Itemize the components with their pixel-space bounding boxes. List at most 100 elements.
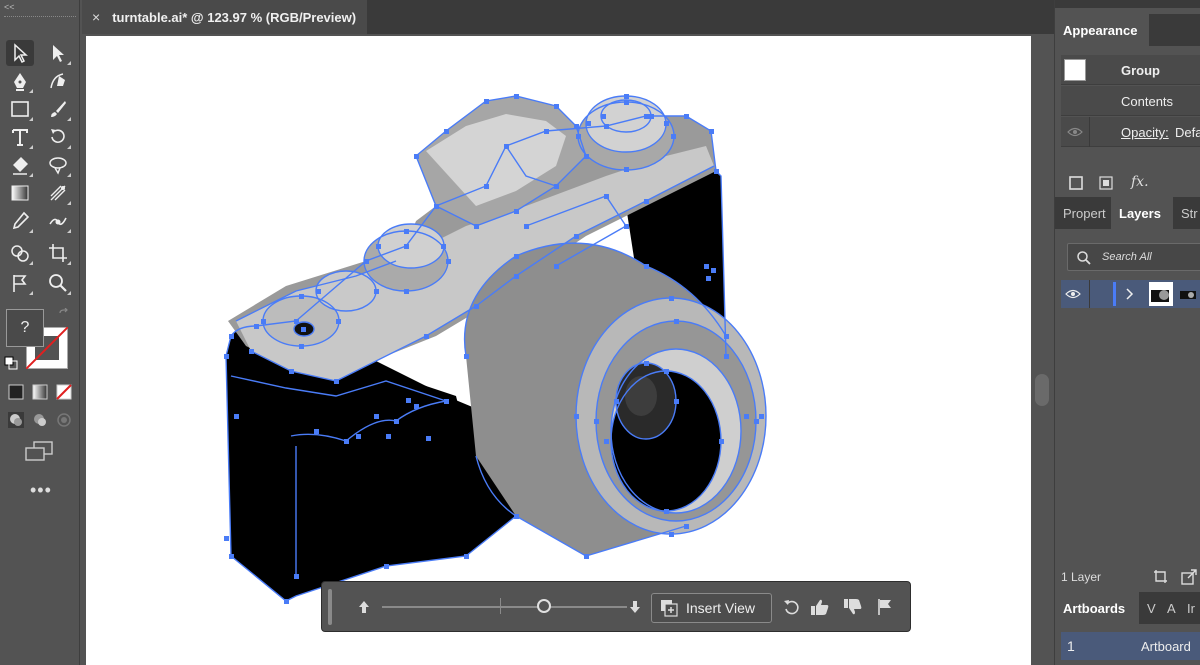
collect-for-export-icon[interactable] — [1153, 569, 1169, 585]
zoom-tool-button[interactable] — [44, 270, 72, 296]
opacity-value: Defa — [1175, 125, 1200, 140]
report-flag-button[interactable] — [874, 596, 896, 618]
artboards-tab-row: Artboards V A Ir — [1055, 592, 1200, 624]
eraser-tool-button[interactable] — [6, 152, 34, 178]
direct-selection-tool-button[interactable] — [44, 40, 72, 66]
toolbar-drag-handle[interactable] — [4, 16, 76, 18]
appearance-group-row[interactable]: Group — [1061, 55, 1200, 85]
width-icon — [49, 157, 67, 175]
tilt-up-button[interactable] — [353, 596, 375, 618]
thumbs-up-icon — [811, 599, 829, 615]
insert-view-button[interactable]: Insert View — [651, 593, 772, 623]
rotate-icon — [51, 129, 65, 144]
layers-search-input[interactable]: Search All — [1067, 243, 1200, 271]
tab-v[interactable]: V — [1139, 592, 1159, 624]
gradient-tool-button[interactable] — [6, 180, 34, 206]
draw-normal-icon[interactable] — [8, 412, 24, 428]
tab-stroke[interactable]: Str — [1173, 197, 1200, 229]
layer-thumbnail — [1149, 282, 1173, 306]
selection-arrow-icon — [14, 43, 28, 64]
canvas-area[interactable] — [82, 34, 1032, 665]
illustrator-window: << ? ••• × turntable.ai* @ 123.97 % (RGB… — [0, 0, 1200, 665]
visibility-eye-icon[interactable] — [1067, 126, 1083, 138]
document-tab[interactable]: × turntable.ai* @ 123.97 % (RGB/Preview) — [82, 0, 367, 34]
rotate-tool-button[interactable] — [44, 124, 72, 150]
thumbs-down-button[interactable] — [842, 596, 864, 618]
pen-icon — [14, 73, 26, 91]
none-mode-icon[interactable] — [56, 384, 72, 400]
type-tool-button[interactable] — [6, 124, 34, 150]
draw-behind-icon[interactable] — [32, 412, 48, 428]
tab-appearance[interactable]: Appearance — [1055, 14, 1149, 46]
paintbrush-tool-button[interactable] — [44, 96, 72, 122]
appearance-opacity-row[interactable]: Opacity: Defa — [1061, 117, 1200, 147]
artboard-row[interactable]: 1 Artboard — [1061, 632, 1200, 660]
layer-visibility-eye-icon[interactable] — [1065, 288, 1081, 300]
curvature-tool-button[interactable] — [44, 68, 72, 94]
appearance-tab-row: Appearance — [1055, 14, 1200, 46]
shape-builder-tool-button[interactable] — [6, 240, 34, 266]
camera-thumbnail-icon — [1151, 290, 1169, 302]
scroll-thumb[interactable] — [1035, 374, 1049, 406]
rectangle-tool-button[interactable] — [6, 96, 34, 122]
collapse-toolbar-button[interactable]: << — [4, 2, 15, 12]
width-tool-button[interactable] — [44, 152, 72, 178]
panel-top-strip — [1055, 0, 1200, 8]
eraser-icon — [13, 157, 28, 175]
eyedropper-icon — [12, 211, 30, 230]
layer-row[interactable] — [1061, 280, 1200, 308]
direct-selection-arrow-icon — [53, 45, 64, 62]
camera-artwork[interactable] — [86, 36, 1031, 665]
rotation-slider-handle[interactable] — [536, 599, 551, 613]
mesh-icon — [50, 185, 66, 201]
puppet-warp-tool-button[interactable] — [44, 208, 72, 234]
expand-chevron-icon[interactable] — [1125, 288, 1135, 300]
add-stroke-icon[interactable] — [1069, 176, 1083, 190]
export-icon[interactable] — [1181, 569, 1197, 585]
appearance-contents-row[interactable]: Contents — [1061, 86, 1200, 116]
flag-icon — [13, 275, 27, 292]
arrow-up-icon — [359, 601, 369, 613]
eyedropper-tool-button[interactable] — [6, 208, 34, 234]
tab-ir[interactable]: Ir — [1179, 592, 1200, 624]
tab-a[interactable]: A — [1159, 592, 1179, 624]
default-fill-stroke-icon[interactable] — [4, 356, 18, 370]
artboard[interactable] — [86, 36, 1031, 665]
layers-tab-row: Propert Layers Str — [1055, 197, 1200, 229]
thumbs-up-button[interactable] — [809, 596, 831, 618]
opacity-label[interactable]: Opacity: — [1121, 125, 1169, 140]
contents-label: Contents — [1121, 94, 1174, 109]
gradient-mode-icon[interactable] — [32, 384, 48, 400]
pen-tool-button[interactable] — [6, 68, 34, 94]
rectangle-icon — [11, 101, 29, 117]
tab-layers[interactable]: Layers — [1111, 197, 1173, 229]
insert-view-icon — [661, 600, 678, 617]
turntable-view-bar: Insert View — [321, 581, 911, 632]
reset-view-button[interactable] — [780, 596, 802, 618]
search-icon — [1077, 251, 1091, 265]
draw-inside-icon[interactable] — [56, 412, 72, 428]
document-title: turntable.ai* @ 123.97 % (RGB/Preview) — [112, 9, 357, 25]
shape-builder-icon — [11, 245, 29, 262]
screen-mode-icon[interactable] — [24, 440, 54, 462]
fill-swatch-unknown[interactable]: ? — [6, 309, 44, 347]
tab-artboards[interactable]: Artboards — [1055, 592, 1139, 624]
rotation-slider-track[interactable] — [382, 606, 627, 608]
color-mode-icon[interactable] — [8, 384, 24, 400]
tools-panel: << ? ••• — [0, 0, 80, 665]
reset-arrow-icon — [784, 600, 799, 615]
artboard-tool-button[interactable] — [44, 240, 72, 266]
vertical-scrollbar[interactable] — [1032, 34, 1054, 665]
selection-tool-button[interactable] — [6, 40, 34, 66]
flag-tool-button[interactable] — [6, 270, 34, 296]
zoom-magnifier-icon — [49, 274, 67, 292]
tilt-down-button[interactable] — [624, 596, 646, 618]
mesh-tool-button[interactable] — [44, 180, 72, 206]
fx-effects-button[interactable]: fx. — [1131, 174, 1149, 190]
bar-drag-handle[interactable] — [328, 589, 332, 625]
tab-properties[interactable]: Propert — [1055, 197, 1111, 229]
add-fill-icon[interactable] — [1099, 176, 1113, 190]
camera-layer-icon — [1180, 291, 1196, 299]
close-document-button[interactable]: × — [92, 9, 100, 25]
edit-toolbar-button[interactable]: ••• — [30, 480, 52, 501]
